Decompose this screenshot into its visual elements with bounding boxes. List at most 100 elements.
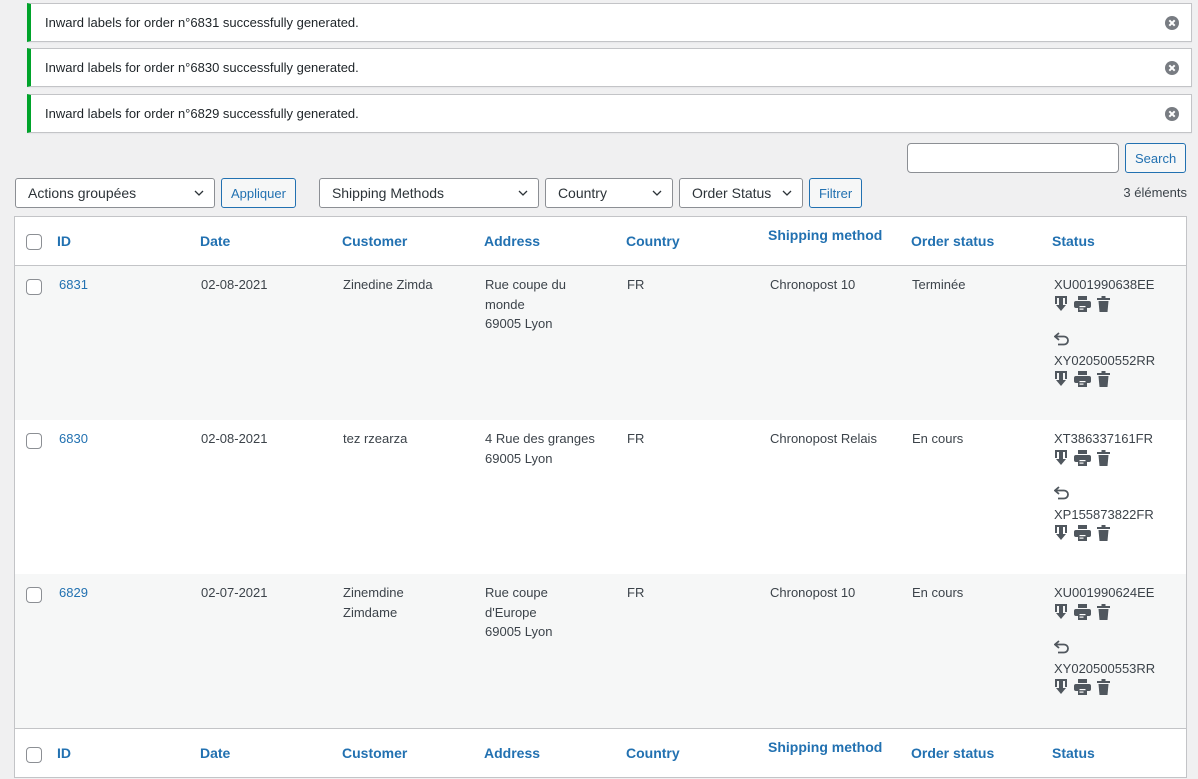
- print-icon[interactable]: [1074, 679, 1091, 695]
- trash-icon[interactable]: [1097, 603, 1110, 620]
- column-shipping-method[interactable]: Shipping method: [768, 226, 882, 246]
- shipping-methods-select[interactable]: Shipping Methods: [318, 178, 539, 208]
- print-icon[interactable]: [1074, 449, 1091, 466]
- column-date[interactable]: Date: [200, 744, 230, 764]
- column-country[interactable]: Country: [626, 232, 680, 252]
- table-row: 6831 02-08-2021 Zinedine Zimda Rue coupe…: [15, 266, 1186, 420]
- download-icon[interactable]: [1054, 295, 1068, 312]
- trash-icon[interactable]: [1097, 679, 1110, 695]
- dismiss-icon[interactable]: [1165, 16, 1179, 30]
- column-address[interactable]: Address: [484, 232, 540, 252]
- row-checkbox[interactable]: [26, 587, 42, 603]
- column-order-status[interactable]: Order status: [911, 232, 994, 252]
- address-line1: Rue coupe: [485, 585, 548, 600]
- customer-name: Zinemdine Zimdame: [343, 585, 404, 620]
- return-label-actions: [1054, 678, 1155, 696]
- chevron-down-icon: [782, 190, 792, 196]
- download-icon[interactable]: [1054, 525, 1068, 541]
- order-status: En cours: [912, 431, 964, 446]
- address: Rue coupe du monde 69005 Lyon: [485, 275, 615, 334]
- dismiss-icon[interactable]: [1165, 61, 1179, 75]
- return-icon[interactable]: [1053, 331, 1070, 347]
- label-actions: [1054, 603, 1155, 621]
- print-icon[interactable]: [1074, 603, 1091, 620]
- column-order-status[interactable]: Order status: [911, 744, 994, 764]
- tracking-number: XU001990624EE: [1054, 585, 1155, 600]
- order-status-label: Order Status: [691, 185, 772, 201]
- print-icon[interactable]: [1074, 525, 1091, 541]
- download-icon[interactable]: [1054, 603, 1068, 620]
- column-country[interactable]: Country: [626, 744, 680, 764]
- country: FR: [627, 431, 645, 446]
- country-label: Country: [557, 185, 607, 201]
- dismiss-icon[interactable]: [1165, 107, 1179, 121]
- shipping-method: Chronopost Relais: [770, 431, 877, 446]
- country-select[interactable]: Country: [544, 178, 673, 208]
- order-date: 02-08-2021: [201, 277, 268, 292]
- return-label: [1053, 639, 1155, 659]
- chevron-down-icon: [518, 190, 528, 196]
- search-input[interactable]: [907, 143, 1119, 173]
- select-all-checkbox[interactable]: [26, 747, 42, 763]
- download-icon[interactable]: [1054, 679, 1068, 695]
- bulk-actions-select[interactable]: Actions groupées: [15, 178, 215, 208]
- column-status[interactable]: Status: [1052, 744, 1095, 764]
- search-box: Search: [907, 143, 1187, 173]
- download-icon[interactable]: [1054, 449, 1068, 466]
- notice-message: Inward labels for order n°6830 successfu…: [45, 60, 359, 75]
- print-icon[interactable]: [1074, 371, 1091, 387]
- column-shipping-method[interactable]: Shipping method: [768, 738, 882, 758]
- download-icon[interactable]: [1054, 371, 1068, 387]
- return-tracking-number: XP155873822FR: [1054, 506, 1154, 522]
- column-id[interactable]: ID: [57, 744, 71, 764]
- label-actions: [1054, 295, 1155, 313]
- trash-icon[interactable]: [1097, 449, 1110, 466]
- apply-button[interactable]: Appliquer: [221, 178, 296, 208]
- return-icon[interactable]: [1053, 639, 1070, 655]
- return-icon[interactable]: [1053, 485, 1070, 501]
- address: 4 Rue des granges 69005 Lyon: [485, 429, 615, 468]
- order-status-select[interactable]: Order Status: [678, 178, 803, 208]
- address-line2: d'Europe: [485, 604, 537, 620]
- select-all-checkbox[interactable]: [26, 234, 42, 250]
- address-city: 69005 Lyon: [485, 450, 553, 466]
- filter-button[interactable]: Filtrer: [808, 178, 863, 208]
- print-icon[interactable]: [1074, 295, 1091, 312]
- address-city: 69005 Lyon: [485, 316, 553, 331]
- order-status: Terminée: [912, 277, 966, 292]
- shipping-method: Chronopost 10: [770, 277, 856, 292]
- trash-icon[interactable]: [1097, 525, 1110, 541]
- order-id-link[interactable]: 6831: [59, 277, 88, 292]
- order-id-link[interactable]: 6829: [59, 585, 88, 600]
- column-date[interactable]: Date: [200, 232, 230, 252]
- row-checkbox[interactable]: [26, 433, 42, 449]
- label-status: XT386337161FR XP155873822FR: [1053, 429, 1154, 542]
- search-button[interactable]: Search: [1125, 143, 1187, 173]
- country: FR: [627, 585, 645, 600]
- column-status[interactable]: Status: [1052, 232, 1095, 252]
- customer-name: tez rzearza: [343, 431, 408, 446]
- column-address[interactable]: Address: [484, 744, 540, 764]
- return-tracking-number: XY020500552RR: [1054, 352, 1156, 368]
- row-checkbox[interactable]: [26, 279, 42, 295]
- order-date: 02-08-2021: [201, 431, 268, 446]
- address-city: 69005 Lyon: [485, 624, 553, 639]
- tablenav-toolbar: Actions groupées Appliquer Shipping Meth…: [15, 178, 863, 208]
- label-status: XU001990638EE XY020500552RR: [1053, 275, 1156, 388]
- address-line1: Rue coupe du: [485, 277, 566, 292]
- trash-icon[interactable]: [1097, 295, 1110, 312]
- return-label: [1053, 331, 1155, 351]
- column-customer[interactable]: Customer: [342, 232, 407, 252]
- country: FR: [627, 277, 645, 292]
- notice-message: Inward labels for order n°6829 successfu…: [45, 106, 359, 121]
- address-line1: 4 Rue des granges: [485, 431, 595, 446]
- tracking-number: XU001990638EE: [1054, 277, 1155, 292]
- shipping-method: Chronopost 10: [770, 585, 856, 600]
- order-id-link[interactable]: 6830: [59, 431, 88, 446]
- column-customer[interactable]: Customer: [342, 744, 407, 764]
- success-notice: Inward labels for order n°6831 successfu…: [27, 3, 1192, 42]
- column-id[interactable]: ID: [57, 232, 71, 252]
- order-status: En cours: [912, 585, 964, 600]
- label-actions: [1054, 449, 1154, 467]
- trash-icon[interactable]: [1097, 371, 1110, 387]
